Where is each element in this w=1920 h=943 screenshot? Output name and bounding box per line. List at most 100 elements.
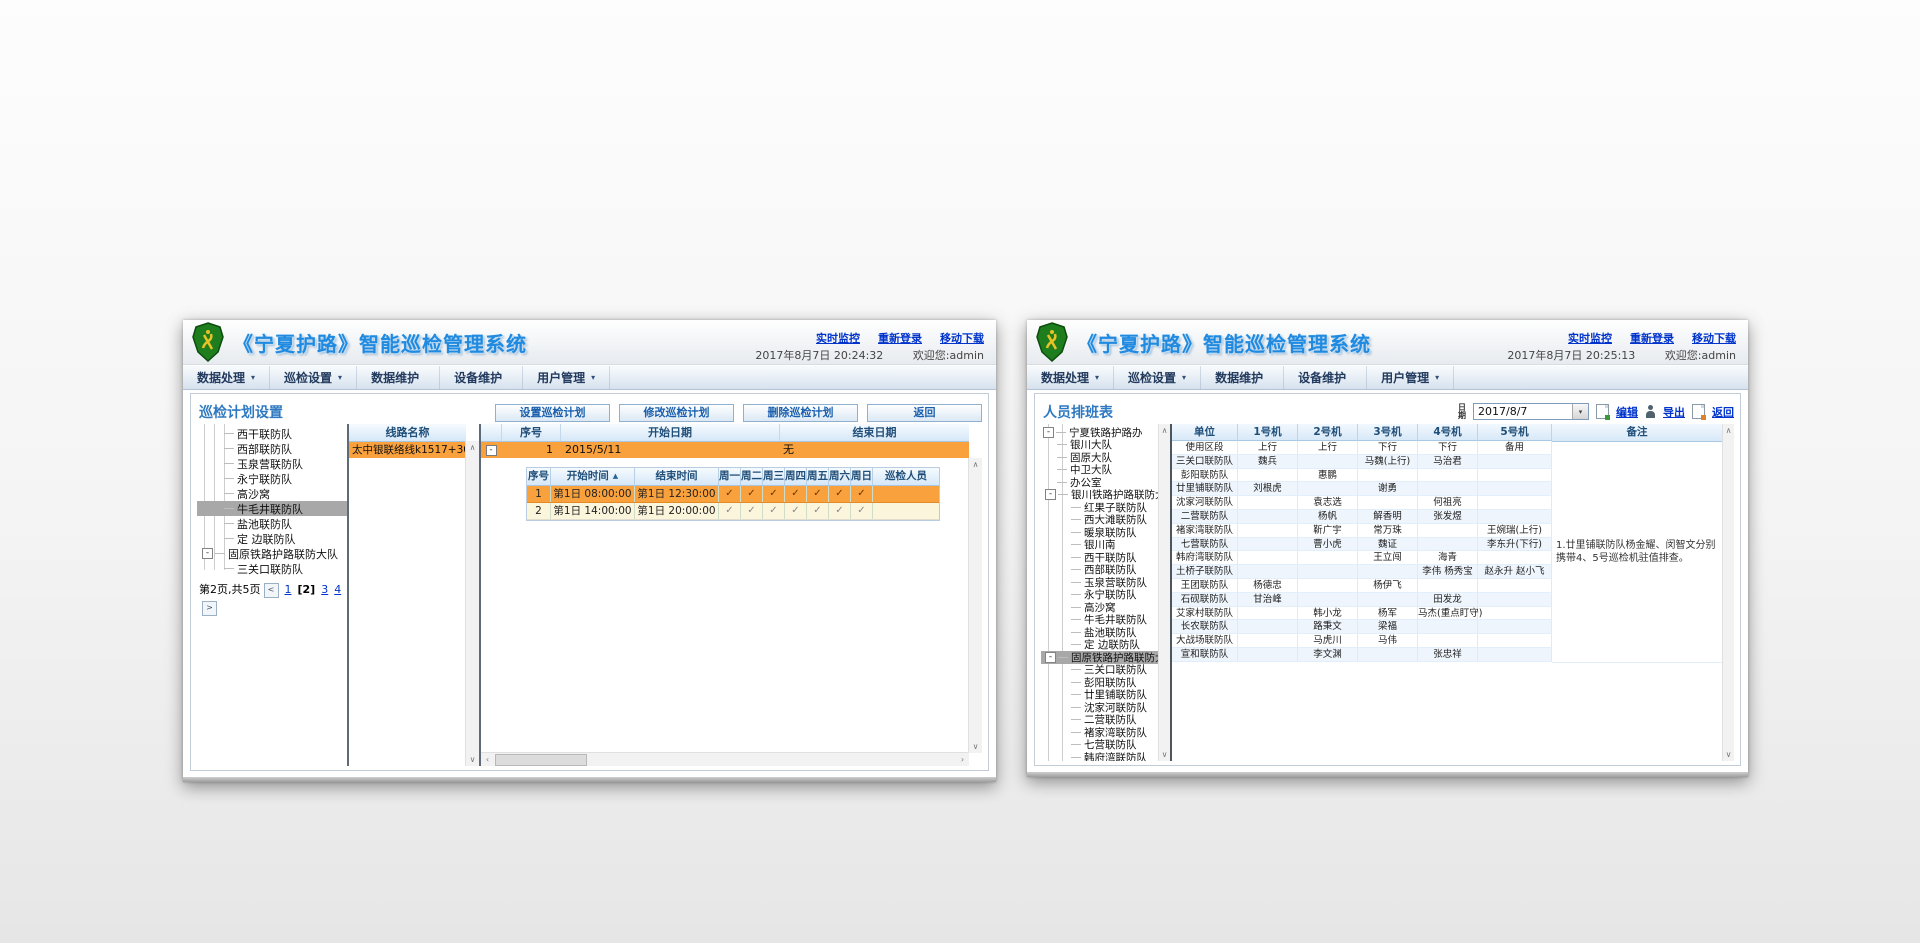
time-row[interactable]: 2 第1日 14:00:00 第1日 20:00:00 ✓ ✓ ✓ ✓ ✓ ✓	[527, 503, 939, 520]
column-header-seq[interactable]: 序号	[501, 424, 560, 441]
tree-node[interactable]: 牛毛井联防队	[197, 501, 347, 516]
schedule-row[interactable]: 石砚联防队 甘治峰 田发龙	[1172, 593, 1552, 607]
nav-link[interactable]: 重新登录	[1630, 332, 1674, 345]
column-header-remark[interactable]: 备注	[1552, 424, 1723, 442]
column-header-weekday[interactable]: 周六	[829, 468, 851, 485]
scroll-down-icon[interactable]: ∨	[1159, 748, 1170, 761]
menu-item[interactable]: 数据处理 ▾	[1027, 366, 1114, 389]
schedule-row[interactable]: 褚家湾联防队 靳广宇 常万珠 王婉瑞(上行)	[1172, 524, 1552, 538]
nav-link[interactable]: 重新登录	[878, 332, 922, 345]
line-scrollbar[interactable]: ∧ ∨	[465, 441, 479, 766]
dropdown-icon[interactable]: ▾	[1572, 404, 1588, 419]
column-header-weekday[interactable]: 周五	[807, 468, 829, 485]
edit-doc-icon[interactable]	[1596, 404, 1609, 419]
nav-link[interactable]: 实时监控	[816, 332, 860, 345]
scroll-down-icon[interactable]: ∨	[1723, 748, 1734, 761]
tree-node[interactable]: 高沙窝	[197, 486, 347, 501]
menu-item[interactable]: 巡检设置 ▾	[1114, 366, 1201, 389]
column-header-weekday[interactable]: 周日	[851, 468, 873, 485]
column-header[interactable]: 单位	[1172, 424, 1238, 441]
line-row[interactable]: 太中银联络线k1517+300m	[349, 442, 466, 458]
collapse-row-icon[interactable]: -	[486, 445, 497, 456]
schedule-row[interactable]: 土桥子联防队 李伟 杨秀宝 赵永升 赵小飞	[1172, 565, 1552, 579]
column-header-weekday[interactable]: 周一	[719, 468, 741, 485]
column-header-weekday[interactable]: 周三	[763, 468, 785, 485]
menu-item[interactable]: 巡检设置 ▾	[270, 366, 357, 389]
menu-item[interactable]: 设备维护	[440, 366, 523, 389]
plan-horizontal-scrollbar[interactable]: ‹ ›	[481, 752, 969, 766]
table-scrollbar[interactable]: ∧ ∨	[1722, 424, 1734, 761]
line-grid-header[interactable]: 线路名称	[349, 424, 466, 442]
column-header[interactable]: 3号机	[1358, 424, 1418, 441]
scroll-right-icon[interactable]: ›	[956, 753, 969, 766]
menu-item[interactable]: 数据维护	[357, 366, 440, 389]
next-page-button[interactable]: >	[202, 601, 217, 616]
scroll-up-icon[interactable]: ∧	[1723, 424, 1734, 437]
schedule-row[interactable]: 王团联防队 杨德忠 杨伊飞	[1172, 579, 1552, 593]
toolbar-button[interactable]: 修改巡检计划	[619, 404, 734, 422]
tree-node[interactable]: 永宁联防队	[197, 471, 347, 486]
tree-node[interactable]: 韩府湾联防队	[1041, 751, 1159, 761]
page-link[interactable]: 4	[334, 583, 341, 596]
page-link[interactable]: 1	[285, 583, 292, 596]
schedule-row[interactable]: 三关口联防队 魏兵 马魏(上行) 马治君	[1172, 455, 1552, 469]
nav-link[interactable]: 移动下载	[940, 332, 984, 345]
back-doc-icon[interactable]	[1692, 404, 1705, 419]
schedule-row[interactable]: 沈家河联防队 袁志选 何祖亮	[1172, 496, 1552, 510]
tree-node[interactable]: 西部联防队	[197, 441, 347, 456]
edit-link[interactable]: 编辑	[1616, 404, 1638, 420]
tree-node[interactable]: 西干联防队	[197, 426, 347, 441]
page-link[interactable]: 3	[321, 583, 328, 596]
export-link[interactable]: 导出	[1663, 404, 1685, 420]
scroll-left-icon[interactable]: ‹	[481, 753, 494, 766]
menu-item[interactable]: 用户管理 ▾	[1367, 366, 1454, 389]
scroll-up-icon[interactable]: ∧	[1159, 424, 1170, 437]
prev-page-button[interactable]: <	[264, 583, 279, 598]
column-header-start-date[interactable]: 开始日期	[560, 424, 779, 441]
tree-collapse-icon[interactable]: -	[1043, 427, 1054, 438]
scroll-down-icon[interactable]: ∨	[969, 740, 982, 753]
schedule-row[interactable]: 使用区段 上行 上行 下行 下行 备用	[1172, 441, 1552, 455]
export-person-icon[interactable]	[1645, 405, 1656, 418]
tree-node[interactable]: 玉泉营联防队	[197, 456, 347, 471]
page-link[interactable]: [2]	[298, 583, 316, 596]
column-header-inspector[interactable]: 巡检人员	[873, 468, 939, 485]
plan-row[interactable]: - 1 2015/5/11 无	[481, 442, 969, 458]
schedule-row[interactable]: 彭阳联防队 惠鹏	[1172, 469, 1552, 483]
schedule-row[interactable]: 七营联防队 曹小虎 魏证 李东升(下行)	[1172, 538, 1552, 552]
tree-node[interactable]: 三关口联防队	[197, 561, 347, 576]
scroll-up-icon[interactable]: ∧	[969, 458, 982, 471]
scroll-up-icon[interactable]: ∧	[466, 441, 479, 454]
back-link[interactable]: 返回	[1712, 404, 1734, 420]
menu-item[interactable]: 数据维护	[1201, 366, 1284, 389]
column-header[interactable]: 1号机	[1238, 424, 1298, 441]
column-header-end-time[interactable]: 结束时间	[635, 468, 719, 485]
schedule-row[interactable]: 艾家村联防队 韩小龙 杨军 马杰(重点盯守)	[1172, 607, 1552, 621]
menu-item[interactable]: 数据处理 ▾	[183, 366, 270, 389]
tree-node[interactable]: - 固原铁路护路联防大队	[197, 546, 347, 561]
tree-node[interactable]: 盐池联防队	[197, 516, 347, 531]
tree-collapse-icon[interactable]: -	[1045, 489, 1056, 500]
column-header[interactable]: 4号机	[1418, 424, 1478, 441]
toolbar-button[interactable]: 设置巡检计划	[495, 404, 610, 422]
schedule-row[interactable]: 大战场联防队 马虎川 马伟	[1172, 634, 1552, 648]
scrollbar-thumb[interactable]	[495, 754, 587, 766]
column-header-weekday[interactable]: 周四	[785, 468, 807, 485]
schedule-row[interactable]: 二营联防队 杨帆 解香明 张发煜	[1172, 510, 1552, 524]
column-header[interactable]: 5号机	[1478, 424, 1552, 441]
schedule-row[interactable]: 长农联防队 路秉文 梁福	[1172, 620, 1552, 634]
toolbar-button[interactable]: 返回	[867, 404, 982, 422]
schedule-row[interactable]: 廿里铺联防队 刘根虎 谢勇	[1172, 482, 1552, 496]
tree-scrollbar[interactable]: ∧ ∨	[1158, 424, 1170, 761]
column-header-weekday[interactable]: 周二	[741, 468, 763, 485]
schedule-row[interactable]: 韩府湾联防队 王立闯 海青	[1172, 551, 1552, 565]
menu-item[interactable]: 设备维护	[1284, 366, 1367, 389]
column-header[interactable]: 2号机	[1298, 424, 1358, 441]
column-header-start-time[interactable]: 开始时间▲	[551, 468, 635, 485]
schedule-row[interactable]: 宣和联防队 李文渊 张忠祥	[1172, 648, 1552, 662]
menu-item[interactable]: 用户管理 ▾	[523, 366, 610, 389]
tree-collapse-icon[interactable]: -	[1045, 652, 1056, 663]
toolbar-button[interactable]: 删除巡检计划	[743, 404, 858, 422]
nav-link[interactable]: 实时监控	[1568, 332, 1612, 345]
tree-node[interactable]: 定 边联防队	[197, 531, 347, 546]
